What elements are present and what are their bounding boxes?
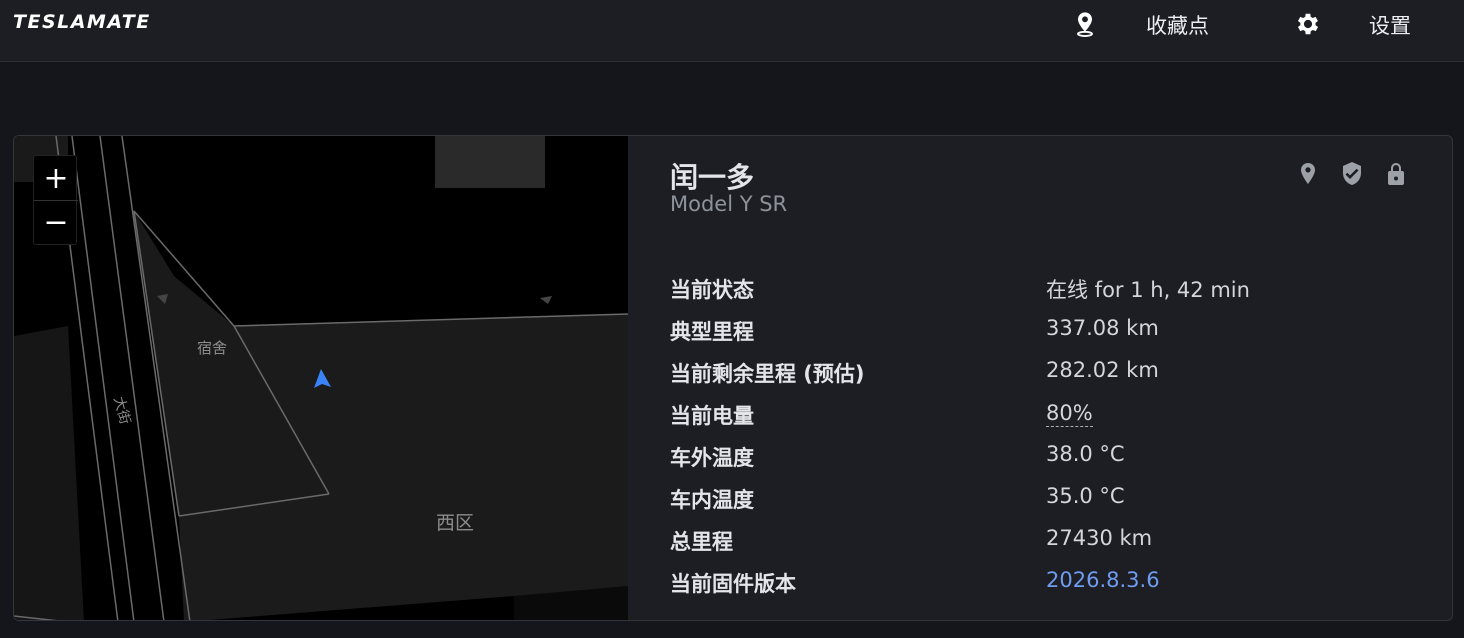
- map-view[interactable]: 宿舍 大街 西区 + −: [14, 136, 628, 620]
- nav-favorites[interactable]: 收藏点: [1146, 0, 1209, 50]
- car-card: 宿舍 大街 西区 + − 闰一多 Model Y SR 当前状态 在线 for …: [13, 135, 1453, 621]
- row-value: 337.08 km: [1046, 316, 1159, 340]
- row-value: 38.0 °C: [1046, 442, 1125, 466]
- row-label: 当前剩余里程 (预估): [670, 362, 865, 386]
- row-value: 282.02 km: [1046, 358, 1159, 382]
- status-row-battery: 当前电量 80%: [670, 396, 1430, 438]
- row-label: 当前电量: [670, 404, 754, 428]
- shield-check-icon[interactable]: [1340, 160, 1364, 188]
- row-label: 总里程: [670, 530, 733, 554]
- row-label: 当前状态: [670, 278, 754, 302]
- map-label-west-district: 西区: [436, 512, 474, 534]
- gear-icon[interactable]: [1294, 10, 1322, 38]
- status-row-odometer: 总里程 27430 km: [670, 522, 1430, 564]
- row-label: 车内温度: [670, 488, 754, 512]
- status-row-est-range: 当前剩余里程 (预估) 282.02 km: [670, 354, 1430, 396]
- row-value: 在线 for 1 h, 42 min: [1046, 278, 1250, 302]
- map-pin-icon[interactable]: [1071, 10, 1099, 38]
- zoom-out-button[interactable]: −: [34, 200, 78, 244]
- firmware-version-link[interactable]: 2026.8.3.6: [1046, 568, 1160, 592]
- map-tiles: 宿舍 大街 西区: [14, 136, 628, 620]
- battery-level-value[interactable]: 80%: [1046, 400, 1093, 427]
- status-icons: [1296, 160, 1408, 188]
- row-value: 35.0 °C: [1046, 484, 1125, 508]
- row-label: 典型里程: [670, 320, 754, 344]
- location-icon[interactable]: [1296, 160, 1320, 188]
- status-row-inside-temp: 车内温度 35.0 °C: [670, 480, 1430, 522]
- car-model: Model Y SR: [670, 192, 788, 216]
- status-row-outside-temp: 车外温度 38.0 °C: [670, 438, 1430, 480]
- row-label: 当前固件版本: [670, 572, 796, 596]
- status-row-firmware: 当前固件版本 2026.8.3.6: [670, 564, 1430, 606]
- car-info-panel: 闰一多 Model Y SR 当前状态 在线 for 1 h, 42 min 典…: [628, 136, 1452, 620]
- nav-settings[interactable]: 设置: [1369, 0, 1411, 50]
- zoom-in-button[interactable]: +: [34, 156, 78, 200]
- status-row-rated-range: 典型里程 337.08 km: [670, 312, 1430, 354]
- lock-icon[interactable]: [1384, 160, 1408, 188]
- app-brand[interactable]: TESLAMATE: [13, 11, 151, 33]
- car-status-table: 当前状态 在线 for 1 h, 42 min 典型里程 337.08 km 当…: [670, 270, 1430, 606]
- map-label-dorm: 宿舍: [197, 339, 227, 357]
- row-label: 车外温度: [670, 446, 754, 470]
- status-row-state: 当前状态 在线 for 1 h, 42 min: [670, 270, 1430, 312]
- top-navbar: TESLAMATE 收藏点 设置: [0, 0, 1464, 62]
- row-value: 27430 km: [1046, 526, 1153, 550]
- car-name: 闰一多: [670, 161, 755, 194]
- zoom-control: + −: [33, 155, 78, 245]
